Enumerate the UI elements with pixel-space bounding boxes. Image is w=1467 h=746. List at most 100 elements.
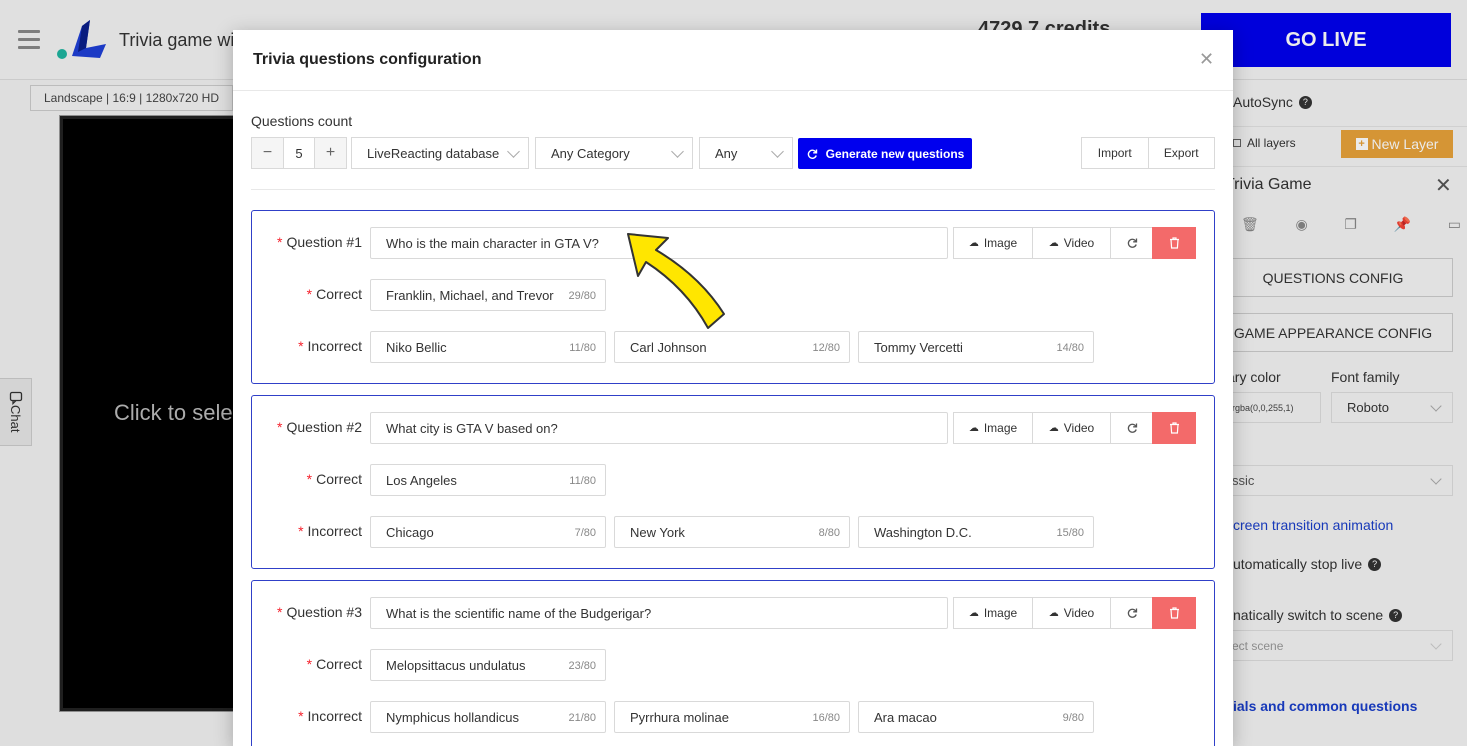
chevron-down-icon <box>671 145 684 158</box>
upload-video-button[interactable]: ☁ Video <box>1032 227 1111 259</box>
correct-label-text: Correct <box>316 471 362 487</box>
refresh-icon <box>1127 238 1137 248</box>
delete-question-button[interactable] <box>1152 412 1196 444</box>
upload-video-button[interactable]: ☁ Video <box>1032 412 1111 444</box>
question-text: What is the scientific name of the Budge… <box>386 605 652 621</box>
import-button[interactable]: Import <box>1082 138 1149 168</box>
correct-answer-input[interactable]: Los Angeles 11/80 <box>370 464 606 496</box>
question-label: * Question #2 <box>252 419 362 435</box>
incorrect-label: * Incorrect <box>252 708 362 724</box>
image-button-label: Image <box>983 606 1018 620</box>
upload-image-button[interactable]: ☁ Image <box>953 227 1033 259</box>
regenerate-button[interactable] <box>1110 597 1153 629</box>
refresh-icon <box>1127 608 1137 618</box>
refresh-icon <box>807 149 817 159</box>
difficulty-select-value: Any <box>715 145 738 161</box>
generate-questions-button[interactable]: Generate new questions <box>798 138 972 169</box>
video-button-label: Video <box>1063 606 1095 620</box>
cloud-upload-icon: ☁ <box>1048 422 1059 434</box>
incorrect-answer-input[interactable]: Nymphicus hollandicus 21/80 <box>370 701 606 733</box>
incorrect-answer-input[interactable]: Ara macao 9/80 <box>858 701 1094 733</box>
question-label: * Question #1 <box>252 234 362 250</box>
correct-label-text: Correct <box>316 286 362 302</box>
correct-label: * Correct <box>252 471 362 487</box>
incorrect-label-text: Incorrect <box>307 523 362 539</box>
decrement-button[interactable]: − <box>252 138 283 168</box>
incorrect-answer-input[interactable]: Niko Bellic 11/80 <box>370 331 606 363</box>
questions-count-value[interactable]: 5 <box>283 138 315 168</box>
incorrect-answer-text: Tommy Vercetti <box>874 339 963 355</box>
required-marker: * <box>277 234 283 250</box>
incorrect-label: * Incorrect <box>252 338 362 354</box>
cloud-upload-icon: ☁ <box>968 422 979 434</box>
category-select[interactable]: Any Category <box>535 137 693 169</box>
modal-title: Trivia questions configuration <box>253 51 482 68</box>
question-text: What city is GTA V based on? <box>386 420 558 436</box>
incorrect-answer-text: Pyrrhura molinae <box>630 709 729 725</box>
required-marker: * <box>306 286 313 302</box>
incorrect-answer-text: Carl Johnson <box>630 339 707 355</box>
incorrect-answer-input[interactable]: Washington D.C. 15/80 <box>858 516 1094 548</box>
cloud-upload-icon: ☁ <box>1048 607 1059 619</box>
image-button-label: Image <box>983 236 1018 250</box>
correct-label-text: Correct <box>316 656 362 672</box>
difficulty-select[interactable]: Any <box>699 137 793 169</box>
question-label-text: Question #1 <box>286 234 363 250</box>
question-card: * Question #2 What city is GTA V based on… <box>251 395 1215 569</box>
required-marker: * <box>306 471 313 487</box>
incorrect-answer-text: Nymphicus hollandicus <box>386 709 519 725</box>
delete-question-button[interactable] <box>1152 597 1196 629</box>
upload-video-button[interactable]: ☁ Video <box>1032 597 1111 629</box>
question-label-text: Question #2 <box>286 419 363 435</box>
incorrect-answer-input[interactable]: Tommy Vercetti 14/80 <box>858 331 1094 363</box>
required-marker: * <box>298 708 304 724</box>
regenerate-button[interactable] <box>1110 227 1153 259</box>
incorrect-label-text: Incorrect <box>307 708 362 724</box>
generate-questions-label: Generate new questions <box>825 146 965 161</box>
import-export-group: Import Export <box>1081 137 1215 169</box>
incorrect-answer-text: New York <box>630 524 685 540</box>
close-icon[interactable]: ✕ <box>1199 50 1214 68</box>
correct-answer-input[interactable]: Franklin, Michael, and Trevor 29/80 <box>370 279 606 311</box>
char-counter: 21/80 <box>568 712 596 724</box>
trash-icon <box>1169 422 1179 434</box>
char-counter: 11/80 <box>569 342 596 354</box>
char-counter: 7/80 <box>574 527 596 539</box>
required-marker: * <box>277 604 283 620</box>
chevron-down-icon <box>771 145 784 158</box>
correct-label: * Correct <box>252 656 362 672</box>
trash-icon <box>1169 237 1179 249</box>
incorrect-answer-text: Washington D.C. <box>874 524 972 540</box>
question-text-input[interactable]: What city is GTA V based on? <box>370 412 948 444</box>
question-text-input[interactable]: What is the scientific name of the Budge… <box>370 597 948 629</box>
incorrect-label-text: Incorrect <box>307 338 362 354</box>
char-counter: 23/80 <box>568 660 596 672</box>
increment-button[interactable]: + <box>315 138 346 168</box>
delete-question-button[interactable] <box>1152 227 1196 259</box>
cloud-upload-icon: ☁ <box>968 607 979 619</box>
question-label-text: Question #3 <box>286 604 363 620</box>
modal-header: Trivia questions configuration <box>233 30 1233 91</box>
correct-label: * Correct <box>252 286 362 302</box>
question-label: * Question #3 <box>252 604 362 620</box>
annotation-arrow-icon <box>627 233 725 329</box>
incorrect-answer-text: Chicago <box>386 524 434 540</box>
correct-answer-input[interactable]: Melopsittacus undulatus 23/80 <box>370 649 606 681</box>
trivia-config-modal: Trivia questions configuration ✕ Questio… <box>233 30 1233 746</box>
export-button[interactable]: Export <box>1149 138 1215 168</box>
incorrect-answer-input[interactable]: Chicago 7/80 <box>370 516 606 548</box>
cloud-upload-icon: ☁ <box>968 237 979 249</box>
source-select[interactable]: LiveReacting database <box>351 137 529 169</box>
regenerate-button[interactable] <box>1110 412 1153 444</box>
required-marker: * <box>277 419 283 435</box>
upload-image-button[interactable]: ☁ Image <box>953 412 1033 444</box>
incorrect-answer-input[interactable]: Pyrrhura molinae 16/80 <box>614 701 850 733</box>
required-marker: * <box>298 338 304 354</box>
refresh-icon <box>1127 423 1137 433</box>
upload-image-button[interactable]: ☁ Image <box>953 597 1033 629</box>
correct-answer-text: Los Angeles <box>386 472 457 488</box>
questions-count-stepper[interactable]: − 5 + <box>251 137 347 169</box>
video-button-label: Video <box>1063 421 1095 435</box>
incorrect-answer-input[interactable]: New York 8/80 <box>614 516 850 548</box>
correct-answer-text: Franklin, Michael, and Trevor <box>386 287 554 303</box>
